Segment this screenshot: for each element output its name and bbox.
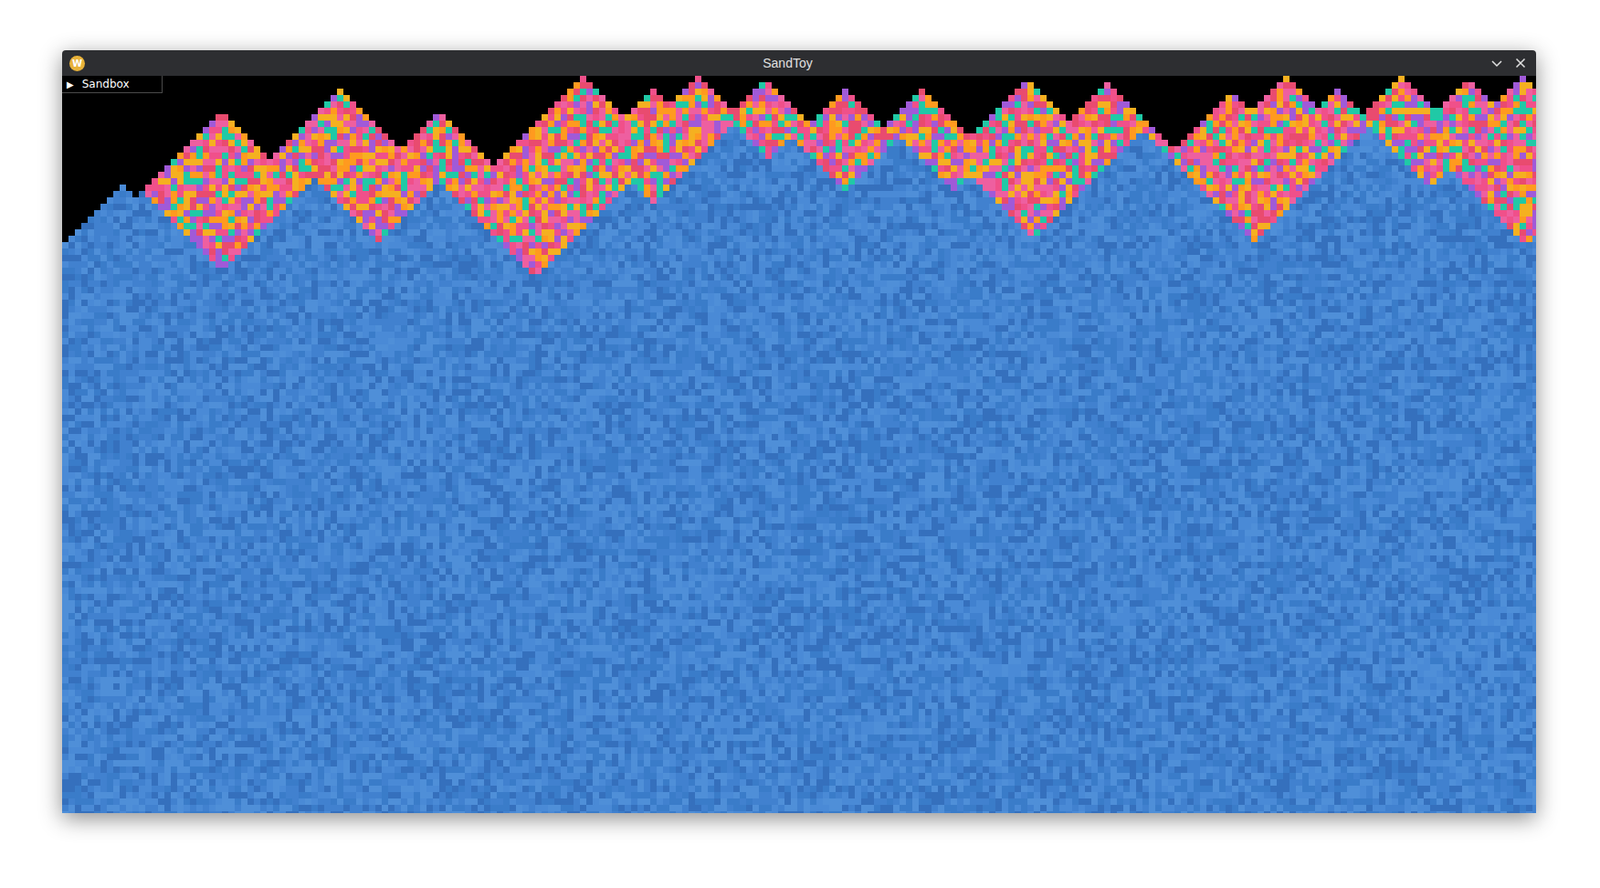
minimize-chevron-icon[interactable] (1490, 56, 1504, 70)
app-logo-icon: W (69, 55, 85, 72)
collapse-toggle-icon[interactable]: ▶ (66, 79, 74, 90)
sand-canvas[interactable] (62, 75, 1537, 813)
title-bar[interactable]: WSandToy (62, 50, 1537, 76)
sandbox-panel-header[interactable]: ▶ Sandbox (62, 75, 163, 94)
close-icon[interactable] (1514, 56, 1527, 70)
panel-label: Sandbox (82, 77, 130, 91)
desktop: WSandToy ▶ Sandbox (0, 0, 1600, 888)
window-title: SandToy (84, 55, 1491, 71)
app-window: WSandToy ▶ Sandbox (62, 50, 1537, 813)
sand-viewport: ▶ Sandbox (62, 75, 1537, 813)
